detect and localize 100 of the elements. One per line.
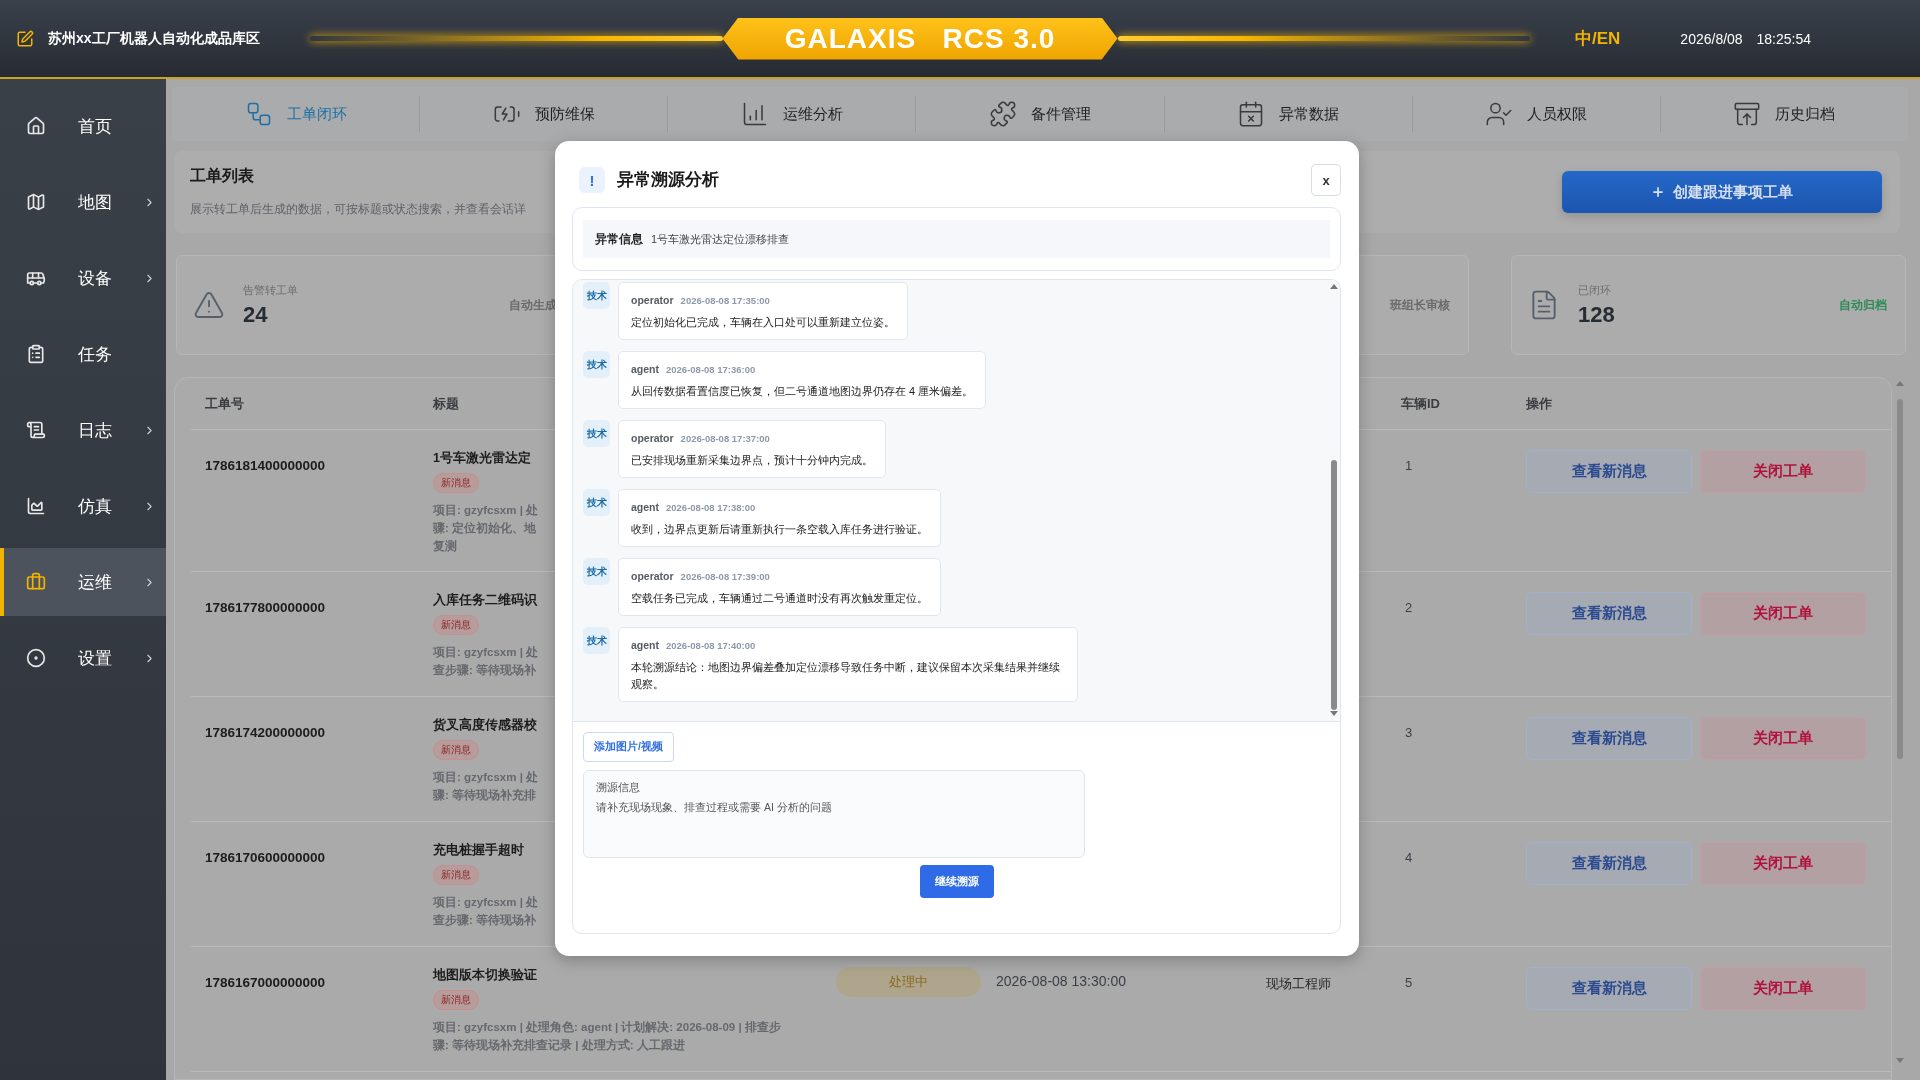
order-number: 1786177800000000 <box>204 599 327 615</box>
column-header: 操作 <box>1526 394 1552 413</box>
field-label: 溯源信息 <box>596 781 641 795</box>
meta-line: 骤: 等待现场补充排查记录 | 处理方式: 人工跟进 <box>433 1037 685 1053</box>
plus-icon <box>1651 185 1665 199</box>
avatar-tag: 技术 <box>583 282 610 309</box>
sidebar-label: 运维 <box>78 571 113 594</box>
house-icon <box>26 116 46 136</box>
message-sender: operator <box>631 570 674 582</box>
create-button[interactable]: 创建跟进事项工单 <box>1562 171 1882 213</box>
meta-line: 项目: gzyfcsxm | 处 <box>433 895 539 910</box>
sidebar-item[interactable]: 地图 <box>0 168 166 236</box>
sidebar-label: 设备 <box>78 267 113 290</box>
view-messages-button[interactable]: 查看新消息 <box>1526 450 1692 493</box>
stat-label: 已闭环 <box>1578 282 1612 298</box>
sidebar-item[interactable]: 首页 <box>0 92 166 160</box>
meta-line: 骤: 定位初始化、地 <box>433 520 537 536</box>
puzzle-icon <box>989 100 1017 128</box>
view-messages-button[interactable]: 查看新消息 <box>1526 592 1692 635</box>
avatar-tag: 技术 <box>583 420 610 447</box>
briefcase-icon <box>26 572 46 592</box>
target-icon <box>26 648 46 668</box>
brand-banner: GALAXIS RCS 3.0 <box>722 17 1118 60</box>
meta-line: 查步骤: 等待现场补 <box>433 912 537 928</box>
view-messages-button[interactable]: 查看新消息 <box>1526 717 1692 760</box>
attach-media-button[interactable]: 添加图片/视频 <box>583 732 674 762</box>
sidebar-item[interactable]: 日志 <box>0 396 166 464</box>
meta-line: 项目: gzyfcsxm | 处理角色: agent | 计划解决: 2026-08-09 | 排查步 <box>433 1020 781 1035</box>
clipboard-icon <box>26 344 46 364</box>
new-message-tag: 新消息 <box>433 473 479 493</box>
tab[interactable]: 人员权限 <box>1412 96 1661 132</box>
sidebar-label: 日志 <box>78 419 113 442</box>
sidebar-item[interactable]: 任务 <box>0 320 166 388</box>
column-header: 车辆ID <box>1401 394 1440 413</box>
stat-note: 班组长审核 <box>1390 296 1450 314</box>
avatar-tag: 技术 <box>583 627 610 654</box>
avatar-tag: 技术 <box>583 351 610 378</box>
column-header: 工单号 <box>204 394 244 413</box>
vehicle-id: 1 <box>1404 457 1414 473</box>
meta-line: 项目: gzyfcsxm | 处 <box>433 770 539 785</box>
page-title: 工单列表 <box>190 166 255 186</box>
message-time: 2026-08-08 17:38:00 <box>666 502 756 513</box>
sidebar-item[interactable]: 运维 <box>0 548 166 616</box>
continue-button[interactable]: 继续溯源 <box>919 865 994 898</box>
order-number: 1786174200000000 <box>204 724 327 740</box>
message-text: 收到，边界点更新后请重新执行一条空载入库任务进行验证。 <box>631 522 928 537</box>
order-title: 充电桩握手超时 <box>433 842 524 859</box>
meta-line: 复测 <box>433 539 457 554</box>
tab[interactable]: 备件管理 <box>916 96 1165 132</box>
message-time: 2026-08-08 17:39:00 <box>680 571 770 582</box>
status-pill: 处理中 <box>836 967 981 997</box>
archive-icon <box>1733 100 1762 128</box>
message-sender: agent <box>631 363 659 375</box>
meta-line: 查步骤: 等待现场补 <box>433 662 537 678</box>
message-time: 2026-08-08 17:40:00 <box>666 640 756 651</box>
order-number: 1786181400000000 <box>204 457 327 473</box>
column-header: 标题 <box>433 394 459 413</box>
order-title: 入库任务二维码识 <box>433 592 537 609</box>
message-time: 2026-08-08 17:36:00 <box>666 364 756 375</box>
close-button[interactable]: x <box>1311 164 1341 196</box>
new-message-tag: 新消息 <box>433 865 479 885</box>
message-sender: operator <box>631 432 674 444</box>
view-messages-button[interactable]: 查看新消息 <box>1526 842 1692 885</box>
user-check-icon <box>1485 100 1514 128</box>
sidebar-item[interactable]: 仿真 <box>0 472 166 540</box>
tab[interactable]: 运维分析 <box>668 96 917 132</box>
meta-line: 骤: 等待现场补充排 <box>433 787 537 803</box>
list-icon <box>26 420 46 440</box>
trace-input-field[interactable]: 请补充现场现象、排查过程或需要 AI 分析的问题 <box>596 801 1072 847</box>
view-messages-button[interactable]: 查看新消息 <box>1526 967 1692 1010</box>
site-title: 苏州xx工厂机器人自动化成品库区 <box>48 29 260 48</box>
sidebar-label: 首页 <box>78 115 113 138</box>
sidebar-label: 设置 <box>78 647 113 670</box>
language-switch[interactable]: 中/EN <box>1575 27 1621 50</box>
message-sender: agent <box>631 639 659 651</box>
info-text: 1号车激光雷达定位漂移排查 <box>651 231 790 247</box>
dialog-title: 异常溯源分析 <box>617 169 719 190</box>
info-label: 异常信息 <box>595 231 643 247</box>
sidebar-item[interactable]: 设置 <box>0 624 166 692</box>
avatar-tag: 技术 <box>583 489 610 516</box>
sidebar-item[interactable]: 设备 <box>0 244 166 312</box>
avatar-tag: 技术 <box>583 558 610 585</box>
meta-line: 项目: gzyfcsxm | 处 <box>433 645 539 660</box>
tab[interactable]: 异常数据 <box>1164 96 1413 132</box>
message-text: 从回传数据看置信度已恢复，但二号通道地图边界仍存在 4 厘米偏差。 <box>631 384 974 399</box>
vehicle-id: 2 <box>1404 599 1414 615</box>
tab[interactable]: 历史归档 <box>1660 96 1908 132</box>
tab[interactable]: 预防维保 <box>420 96 669 132</box>
message-sender: operator <box>631 294 674 306</box>
vehicle-id: 5 <box>1404 974 1414 990</box>
order-number: 1786170600000000 <box>204 849 327 865</box>
logo-icon <box>16 29 34 48</box>
vehicle-id: 4 <box>1404 849 1414 865</box>
order-title: 地图版本切换验证 <box>433 967 537 984</box>
order-title: 1号车激光雷达定 <box>433 450 531 467</box>
trace-input-box[interactable]: 溯源信息 请补充现场现象、排查过程或需要 AI 分析的问题 <box>583 770 1085 858</box>
stat-value: 24 <box>243 301 269 328</box>
sidebar-label: 仿真 <box>78 495 113 518</box>
message-text: 已安排现场重新采集边界点，预计十分钟内完成。 <box>631 453 873 468</box>
handler-role: 现场工程师 <box>1266 975 1332 993</box>
